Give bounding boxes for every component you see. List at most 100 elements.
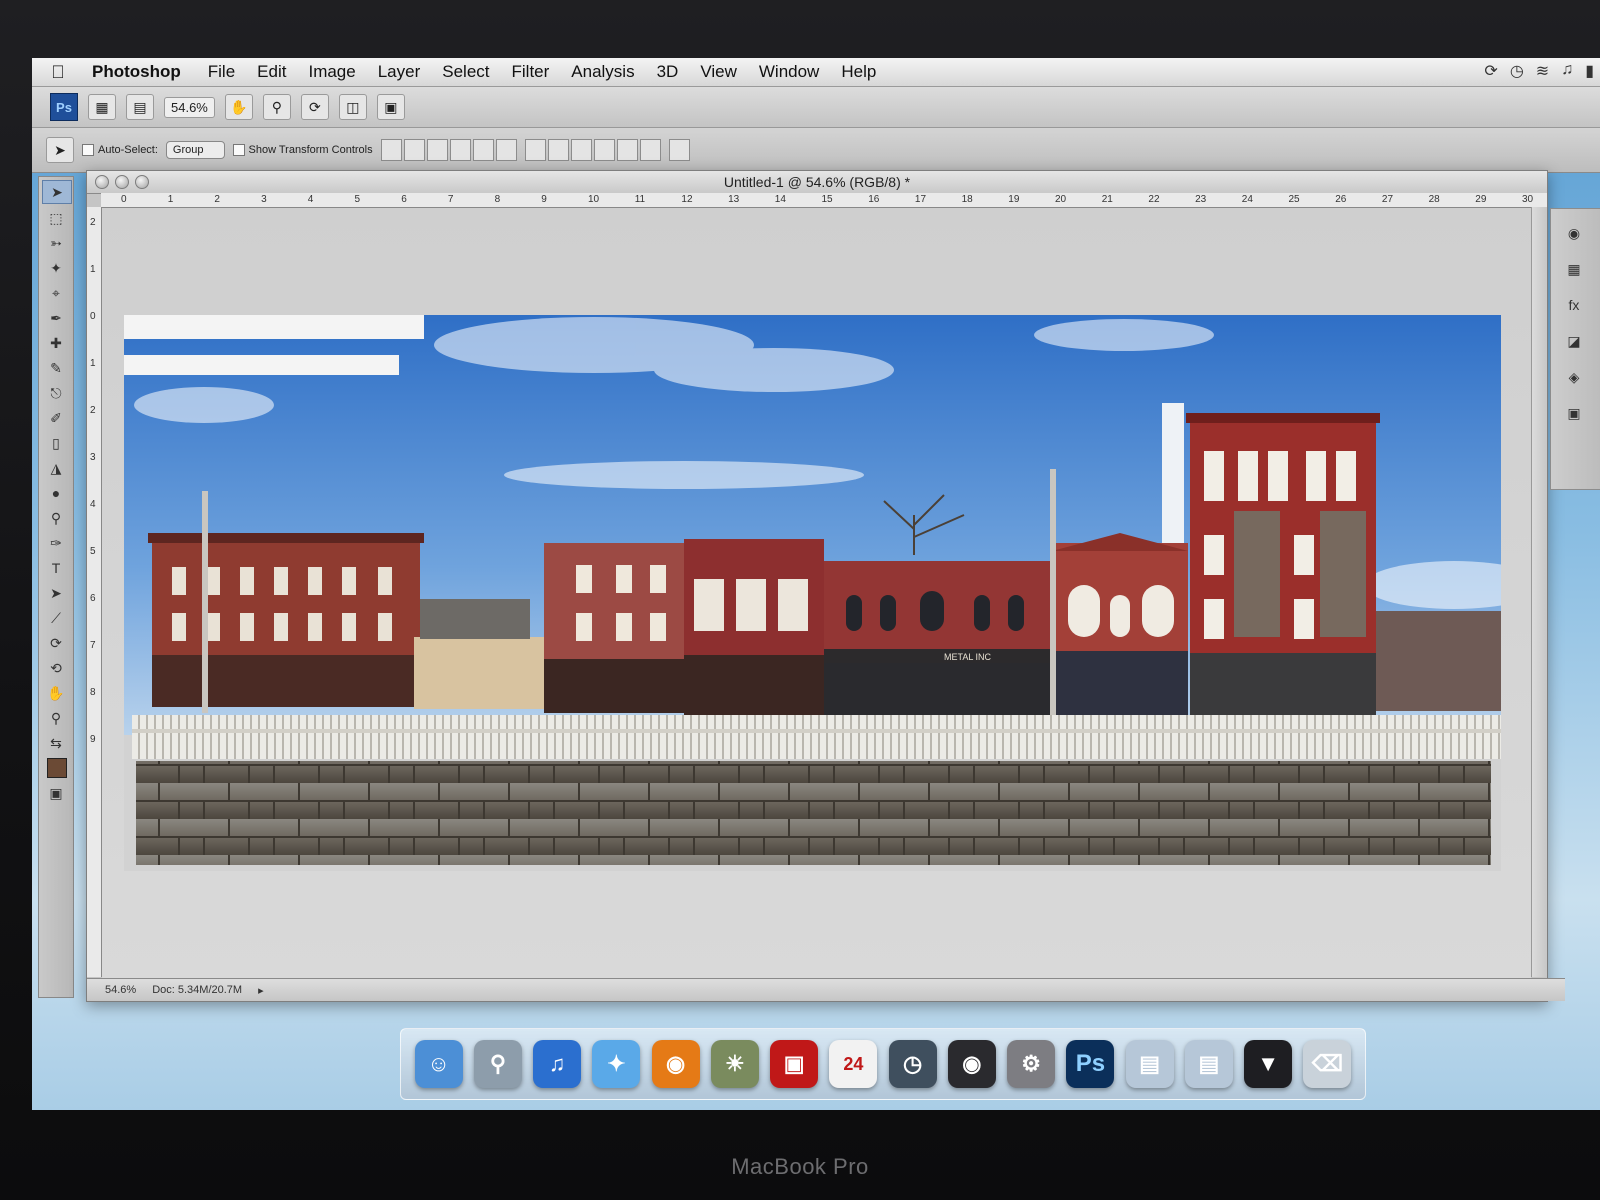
magic-wand-tool[interactable]: ✦ <box>42 257 70 279</box>
distribute-top-button[interactable] <box>524 139 546 161</box>
show-transform-option[interactable]: Show Transform Controls <box>232 144 373 156</box>
bridge-button[interactable]: ▦ <box>88 94 116 120</box>
align-top-button[interactable] <box>380 139 402 161</box>
eraser-tool[interactable]: ▯ <box>42 432 70 454</box>
applications-folder-icon[interactable]: ▤ <box>1125 1040 1174 1088</box>
zoom-window-button[interactable] <box>135 175 149 189</box>
align-right-button[interactable] <box>495 139 517 161</box>
menu-layer[interactable]: Layer <box>367 62 432 82</box>
vertical-ruler[interactable]: 2 1 0 1 2 3 4 5 6 7 8 9 <box>87 207 102 977</box>
wifi-icon[interactable]: ≋ <box>1536 61 1549 81</box>
arrange-documents-button[interactable]: ◫ <box>338 94 367 120</box>
distribute-left-button[interactable] <box>593 139 615 161</box>
status-zoom[interactable]: 54.6% <box>105 984 136 996</box>
screen-mode-button[interactable]: ▣ <box>376 94 405 120</box>
align-left-button[interactable] <box>449 139 471 161</box>
swap-colors-control[interactable]: ⇆ <box>42 732 70 754</box>
rotate-view-button[interactable]: ⟳ <box>300 94 329 120</box>
photoshop-icon[interactable]: Ps <box>1066 1040 1115 1088</box>
color-panel-icon[interactable]: ◉ <box>1559 221 1589 245</box>
menu-app-name[interactable]: Photoshop <box>84 62 197 82</box>
menu-window[interactable]: Window <box>748 62 830 82</box>
pen-tool[interactable]: ✑ <box>42 532 70 554</box>
auto-select-target-select[interactable]: Group <box>165 141 225 159</box>
healing-brush-tool[interactable]: ✚ <box>42 332 70 354</box>
auto-align-layers-button[interactable] <box>668 139 690 161</box>
horizontal-ruler[interactable]: 0 1 2 3 4 5 6 7 8 9 10 11 12 13 14 15 16 17 18 19 20 21 22 23 24… <box>101 193 1547 208</box>
align-bottom-button[interactable] <box>426 139 448 161</box>
align-horizontal-center-button[interactable] <box>472 139 494 161</box>
blur-tool[interactable]: ● <box>42 482 70 504</box>
distribute-right-button[interactable] <box>639 139 661 161</box>
menu-file[interactable]: File <box>197 62 246 82</box>
zoom-tool[interactable]: ⚲ <box>42 707 70 729</box>
show-transform-checkbox[interactable] <box>232 144 245 156</box>
hand-tool-button[interactable]: ✋ <box>224 94 253 120</box>
menu-analysis[interactable]: Analysis <box>560 62 645 82</box>
layers-panel-icon[interactable]: ◈ <box>1559 365 1589 389</box>
system-preferences-icon[interactable]: ⚙ <box>1007 1040 1056 1088</box>
status-menu-arrow-icon[interactable]: ▸ <box>258 984 264 997</box>
finder-icon[interactable]: ☺ <box>414 1040 463 1088</box>
3d-orbit-tool[interactable]: ⟲ <box>42 657 70 679</box>
3d-rotate-tool[interactable]: ⟳ <box>42 632 70 654</box>
itunes-icon[interactable]: ♫ <box>533 1040 582 1088</box>
adjustments-panel-icon[interactable]: ◪ <box>1559 329 1589 353</box>
distribute-vertical-center-button[interactable] <box>547 139 569 161</box>
auto-select-checkbox[interactable] <box>82 144 94 156</box>
menu-select[interactable]: Select <box>431 62 500 82</box>
dodge-tool[interactable]: ⚲ <box>42 507 70 529</box>
lasso-tool[interactable]: ➳ <box>42 232 70 254</box>
path-selection-tool[interactable]: ➤ <box>42 582 70 604</box>
swatches-panel-icon[interactable]: ▦ <box>1559 257 1589 281</box>
eyedropper-tool[interactable]: ✒ <box>42 307 70 329</box>
marquee-tool[interactable]: ⬚ <box>42 207 70 229</box>
distribute-horizontal-center-button[interactable] <box>616 139 638 161</box>
auto-select-option[interactable]: Auto-Select: <box>82 144 158 156</box>
menu-help[interactable]: Help <box>830 62 887 82</box>
volume-icon[interactable]: ♫ <box>1561 61 1573 81</box>
view-extras-button[interactable]: ▤ <box>126 94 154 120</box>
dashboard-icon[interactable]: ◉ <box>947 1040 996 1088</box>
menu-image[interactable]: Image <box>297 62 366 82</box>
align-vertical-center-button[interactable] <box>403 139 425 161</box>
minimize-window-button[interactable] <box>115 175 129 189</box>
type-tool[interactable]: T <box>42 557 70 579</box>
history-brush-tool[interactable]: ✐ <box>42 407 70 429</box>
iphoto-icon[interactable]: ☀ <box>710 1040 759 1088</box>
battery-icon[interactable]: ▮ <box>1585 61 1594 81</box>
menu-edit[interactable]: Edit <box>246 62 297 82</box>
preview-icon[interactable]: ⚲ <box>473 1040 522 1088</box>
channels-panel-icon[interactable]: ▣ <box>1559 401 1589 425</box>
distribute-bottom-button[interactable] <box>570 139 592 161</box>
brush-tool[interactable]: ✎ <box>42 357 70 379</box>
line-tool[interactable]: ⟋ <box>42 607 70 629</box>
quick-mask-button[interactable]: ▣ <box>42 782 70 804</box>
downloads-stack-icon[interactable]: ▼ <box>1244 1040 1293 1088</box>
close-window-button[interactable] <box>95 175 109 189</box>
styles-panel-icon[interactable]: fx <box>1559 293 1589 317</box>
paint-bucket-tool[interactable]: ◮ <box>42 457 70 479</box>
menu-3d[interactable]: 3D <box>646 62 690 82</box>
time-machine-menu-icon[interactable]: ◷ <box>1510 61 1524 81</box>
documents-folder-icon[interactable]: ▤ <box>1184 1040 1233 1088</box>
zoom-tool-button[interactable]: ⚲ <box>262 94 291 120</box>
panorama-canvas[interactable]: METAL INC <box>124 315 1501 871</box>
time-machine-icon[interactable]: ◷ <box>888 1040 937 1088</box>
sync-icon[interactable]: ⟳ <box>1484 61 1497 81</box>
ical-icon[interactable]: 24 <box>829 1040 878 1088</box>
firefox-icon[interactable]: ◉ <box>651 1040 700 1088</box>
apple-menu-icon[interactable]:  <box>32 62 84 83</box>
move-tool[interactable]: ➤ <box>42 180 72 204</box>
vertical-scrollbar[interactable] <box>1531 207 1547 977</box>
trash-icon[interactable]: ⌫ <box>1303 1040 1352 1088</box>
photo-booth-icon[interactable]: ▣ <box>770 1040 819 1088</box>
foreground-color-swatch[interactable] <box>47 758 67 778</box>
clone-stamp-tool[interactable]: ⎋ <box>42 382 70 404</box>
safari-icon[interactable]: ✦ <box>592 1040 641 1088</box>
crop-tool[interactable]: ⌖ <box>42 282 70 304</box>
hand-tool[interactable]: ✋ <box>42 682 70 704</box>
zoom-level-select[interactable]: 54.6% <box>164 96 215 118</box>
move-tool-preset-button[interactable]: ➤ <box>46 137 74 163</box>
menu-view[interactable]: View <box>689 62 748 82</box>
